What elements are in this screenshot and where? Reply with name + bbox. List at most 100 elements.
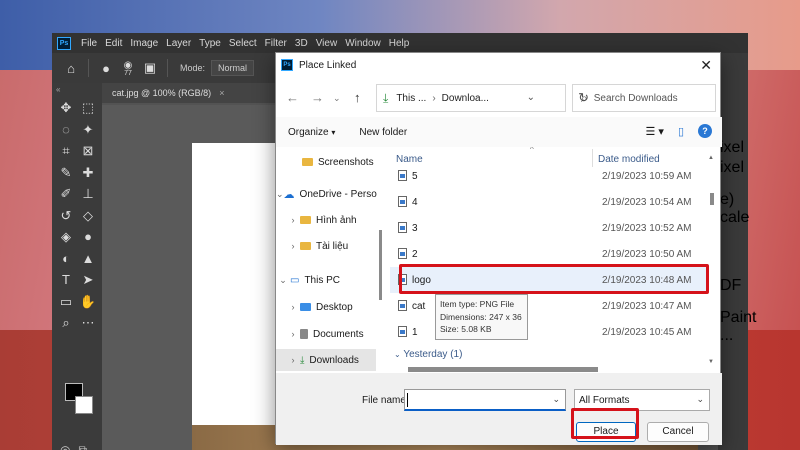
chevron-right-icon[interactable]: › (286, 215, 300, 225)
search-input[interactable]: ⌕ Search Downloads (572, 84, 716, 112)
file-row-5[interactable]: 5 2/19/2023 10:59 AM (390, 163, 708, 189)
file-row-3[interactable]: 3 2/19/2023 10:52 AM (390, 215, 708, 241)
preview-pane-icon[interactable]: ▯ (678, 125, 684, 138)
nav-item-desktop[interactable]: › Desktop (276, 296, 376, 318)
magic-wand-tool-icon[interactable]: ✦ (77, 119, 99, 141)
menu-layer[interactable]: Layer (162, 38, 195, 49)
pen-tool-icon[interactable]: ▲ (77, 248, 99, 270)
hscroll-thumb[interactable] (408, 367, 598, 372)
file-scrollbar[interactable]: ▲ ▼ (708, 147, 716, 373)
chevron-right-icon[interactable]: › (286, 302, 300, 312)
chevron-down-icon[interactable]: ⌄ (552, 394, 560, 405)
document-icon (300, 329, 308, 339)
nav-item-tai-lieu[interactable]: › Tài liệu (276, 235, 376, 257)
frame-tool-icon[interactable]: ⊠ (77, 140, 99, 162)
chevron-down-icon[interactable]: ⌄ (276, 189, 284, 200)
path-selection-tool-icon[interactable]: ➤ (77, 269, 99, 291)
file-icon (398, 196, 407, 207)
hand-tool-icon[interactable]: ✋ (77, 291, 99, 313)
address-bar[interactable]: ⤓ This ... › Downloa... ⌄ ↻ (376, 84, 589, 112)
brush-preset-icon[interactable]: ◉ 77 (117, 60, 139, 77)
eraser-tool-icon[interactable]: ◇ (77, 205, 99, 227)
file-row-4[interactable]: 4 2/19/2023 10:54 AM (390, 189, 708, 215)
stamp-tool-icon[interactable]: ⊥ (77, 183, 99, 205)
healing-tool-icon[interactable]: ✚ (77, 162, 99, 184)
group-header-yesterday[interactable]: ⌄ Yesterday (1) (394, 349, 462, 360)
chevron-right-icon[interactable]: › (432, 93, 435, 104)
chevron-right-icon[interactable]: › (286, 355, 300, 365)
background-color[interactable] (75, 396, 93, 414)
nav-item-this-pc[interactable]: ⌄ ▭ This PC (276, 269, 376, 291)
zoom-tool-icon[interactable]: ⌕ (55, 312, 77, 334)
drop-icon[interactable]: ● (95, 61, 117, 76)
chevron-right-icon[interactable]: › (286, 241, 300, 251)
eyedropper-tool-icon[interactable]: ✎ (55, 162, 77, 184)
toolbar-collapse-icon[interactable]: « (52, 83, 102, 97)
nav-scrollbar[interactable] (378, 147, 382, 373)
menu-image[interactable]: Image (126, 38, 162, 49)
color-swatches[interactable] (62, 383, 102, 423)
view-options-icon[interactable]: ☰ ▾ (645, 125, 663, 138)
document-tab[interactable]: cat.jpg @ 100% (RGB/8) × (102, 83, 282, 103)
organize-button[interactable]: Organize ▾ (288, 127, 335, 138)
brush-settings-icon[interactable]: ▣ (139, 60, 161, 76)
marquee-tool-icon[interactable]: ⬚ (77, 97, 99, 119)
blur-tool-icon[interactable]: ● (77, 226, 99, 248)
home-icon[interactable]: ⌂ (60, 61, 82, 76)
paint-bucket-tool-icon[interactable]: ◈ (55, 226, 77, 248)
file-date: 2/19/2023 10:45 AM (602, 327, 692, 338)
menu-view[interactable]: View (312, 38, 342, 49)
menu-window[interactable]: Window (341, 38, 385, 49)
horizontal-scrollbar[interactable] (402, 365, 716, 373)
menu-3d[interactable]: 3D (291, 38, 312, 49)
new-folder-button[interactable]: New folder (359, 127, 407, 138)
type-tool-icon[interactable]: T (55, 269, 77, 291)
file-name-input[interactable]: ⌄ (404, 389, 566, 411)
nav-item-documents[interactable]: › Documents (276, 323, 376, 345)
move-tool-icon[interactable]: ✥ (55, 97, 77, 119)
menu-type[interactable]: Type (195, 38, 225, 49)
menu-help[interactable]: Help (385, 38, 414, 49)
more-tools-icon[interactable]: ⋯ (77, 312, 99, 334)
dodge-tool-icon[interactable]: ◐ (55, 248, 77, 270)
nav-item-label: Hình ảnh (316, 214, 357, 226)
quick-mask-icon[interactable]: ◎ (60, 443, 70, 450)
help-icon[interactable]: ? (698, 124, 712, 138)
chevron-down-icon[interactable]: ⌄ (333, 93, 341, 104)
organize-label: Organize (288, 126, 329, 138)
history-brush-tool-icon[interactable]: ↺ (55, 205, 77, 227)
close-icon[interactable]: ✕ (700, 57, 712, 74)
nav-item-screenshots[interactable]: Screenshots (276, 151, 376, 173)
brush-tool-icon[interactable]: ✐ (55, 183, 77, 205)
nav-item-downloads[interactable]: › ⤓ Downloads (276, 349, 376, 371)
menu-select[interactable]: Select (225, 38, 261, 49)
close-icon[interactable]: × (219, 88, 224, 98)
chevron-down-icon[interactable]: ⌄ (527, 92, 535, 103)
nav-item-onedrive[interactable]: ⌄ ☁ OneDrive - Perso (276, 183, 377, 205)
panel-text: Paint ... (720, 309, 757, 344)
mode-select[interactable]: Normal (211, 60, 255, 76)
menu-edit[interactable]: Edit (101, 38, 126, 49)
crop-tool-icon[interactable]: ⌗ (55, 140, 77, 162)
highlight-annotation-place (571, 408, 639, 439)
nav-item-hinh-anh[interactable]: › Hình ảnh (276, 209, 376, 231)
nav-scroll-thumb[interactable] (379, 230, 382, 300)
menu-file[interactable]: File (77, 38, 101, 49)
breadcrumb-downloads[interactable]: Downloa... (442, 93, 489, 104)
scroll-thumb[interactable] (710, 193, 714, 205)
chevron-down-icon[interactable]: ⌄ (276, 275, 290, 286)
tooltip-size: Size: 5.08 KB (440, 324, 492, 334)
lasso-tool-icon[interactable]: ◌ (55, 119, 77, 141)
breadcrumb-this-pc[interactable]: This ... (396, 93, 426, 104)
back-arrow-icon[interactable]: ← (286, 90, 299, 105)
screen-mode-icon[interactable]: ⧉ (78, 443, 87, 450)
scroll-up-icon[interactable]: ▲ (708, 155, 714, 161)
rectangle-tool-icon[interactable]: ▭ (55, 291, 77, 313)
forward-arrow-icon[interactable]: → (311, 90, 324, 105)
photoshop-logo-icon: Ps (281, 59, 293, 71)
file-name-label: File name: (362, 395, 409, 406)
cancel-button[interactable]: Cancel (647, 422, 709, 442)
menu-filter[interactable]: Filter (261, 38, 291, 49)
up-arrow-icon[interactable]: ↑ (354, 90, 361, 105)
chevron-right-icon[interactable]: › (286, 329, 300, 339)
